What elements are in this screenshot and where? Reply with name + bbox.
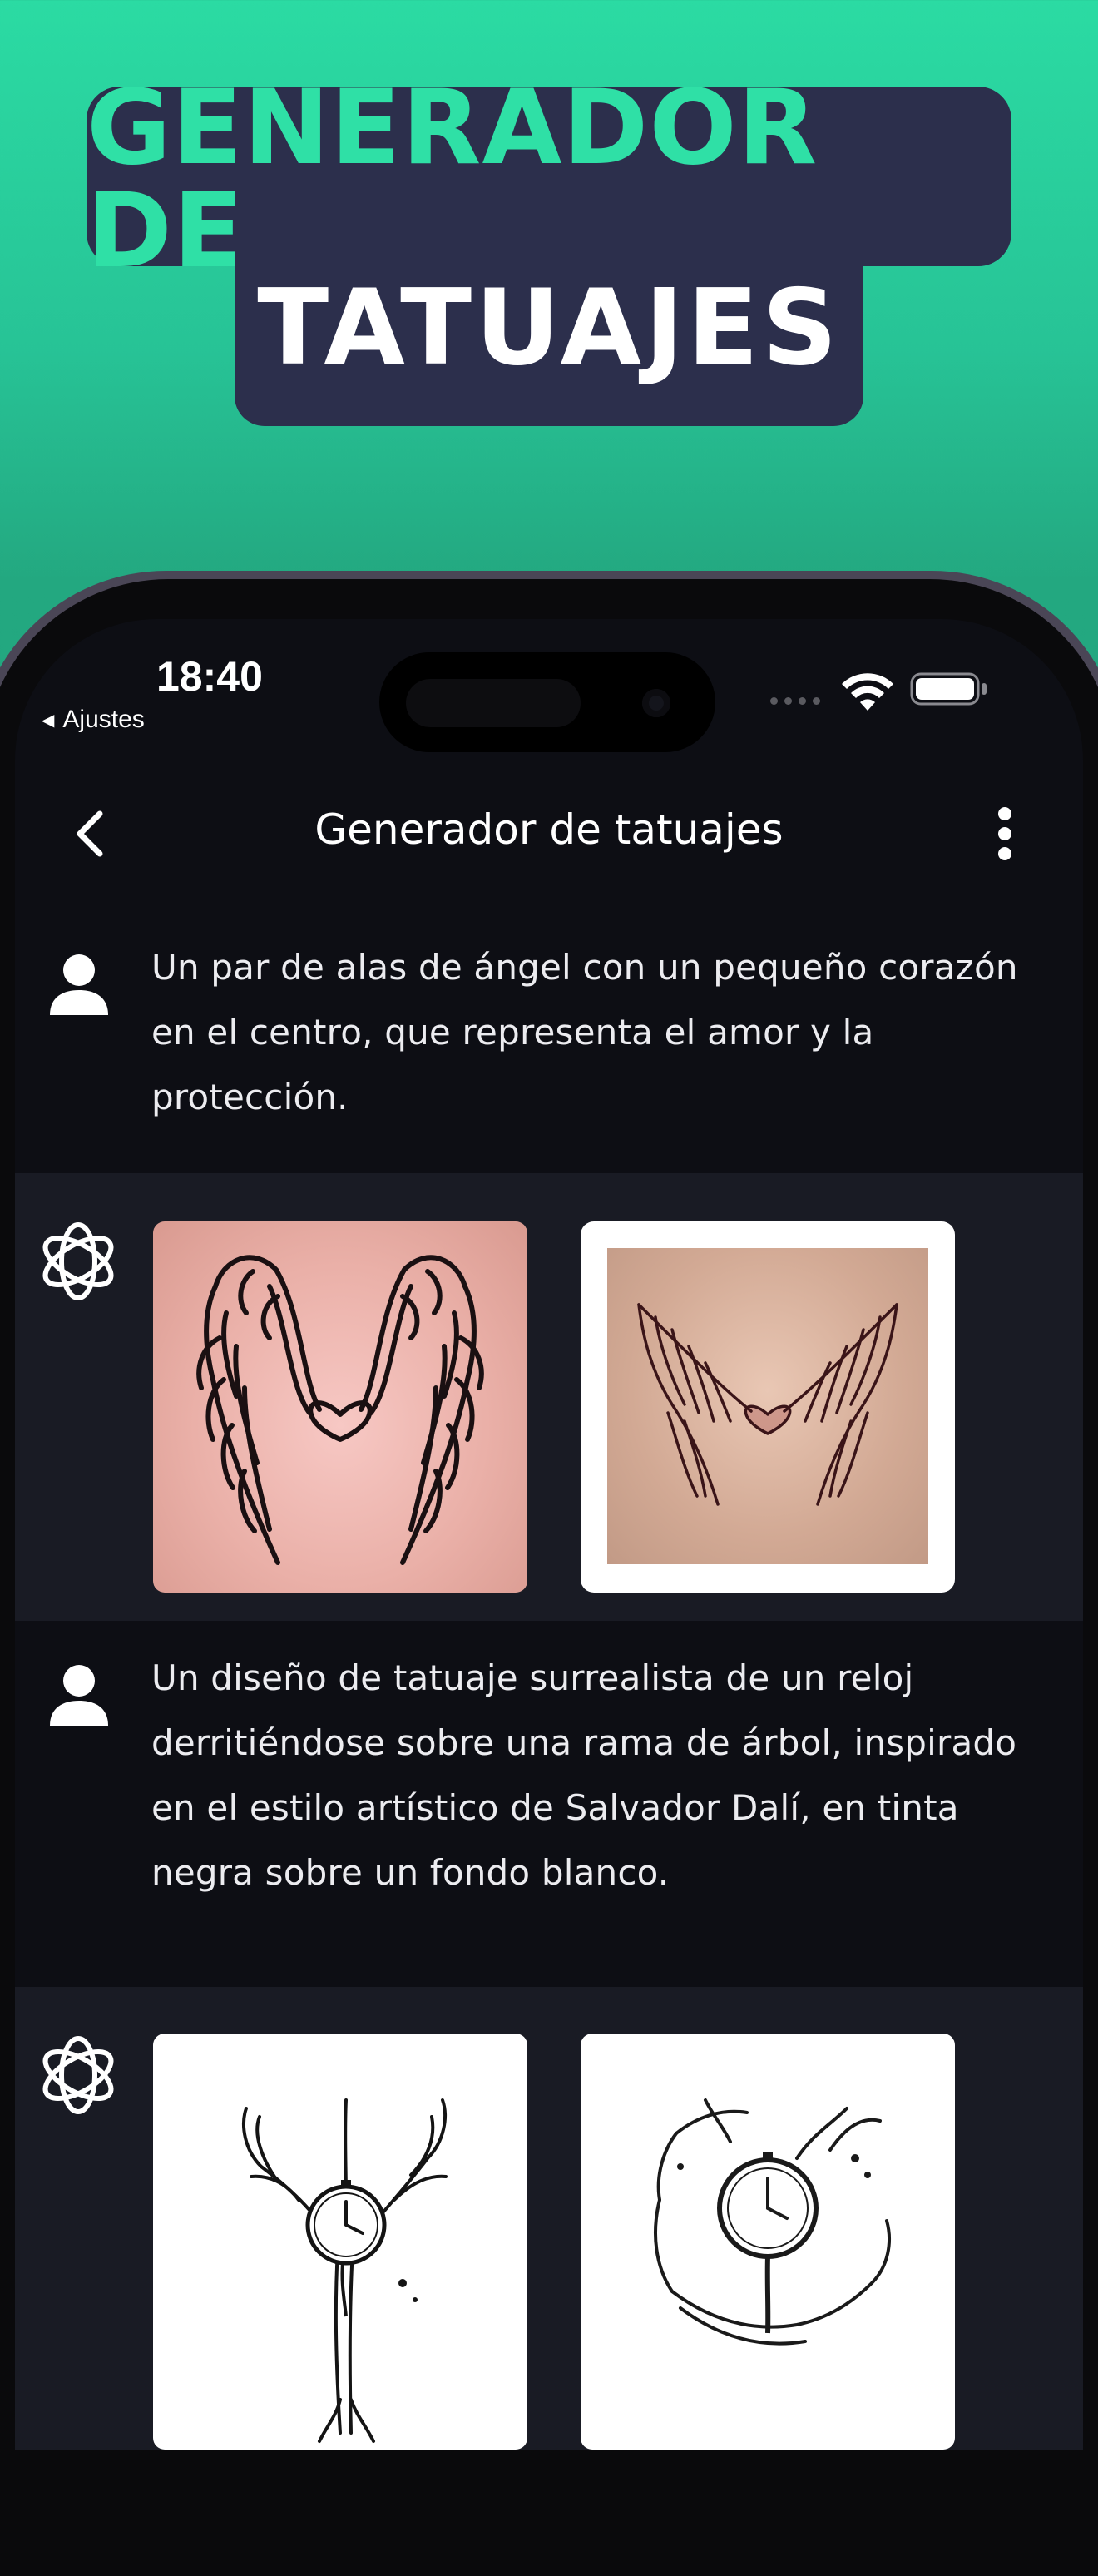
- melting-clock-tree-image: [242, 2098, 448, 2443]
- chat-message-user: Un diseño de tatuaje surrealista de un r…: [15, 1621, 1083, 1987]
- dynamic-island: [379, 652, 715, 752]
- headline-line2: TATUAJES: [257, 266, 841, 389]
- status-back-label: Ajustes: [62, 706, 145, 733]
- phone-screen: 18:40 ◀ Ajustes Generador de tatuajes Un…: [15, 619, 1083, 2450]
- island-sensor: [406, 679, 581, 727]
- status-time: 18:40: [156, 653, 263, 700]
- wifi-icon: [842, 673, 893, 711]
- page-title: Generador de tatuajes: [314, 805, 784, 854]
- user-icon: [50, 954, 108, 1015]
- battery-icon: [910, 672, 987, 706]
- back-triangle-icon: ◀: [42, 711, 55, 730]
- user-icon: [50, 1665, 108, 1726]
- chat-message-ai: [15, 1173, 1083, 1621]
- ai-knot-icon: [42, 1222, 114, 1300]
- generated-image-3[interactable]: [153, 2034, 527, 2450]
- melting-clock-branch-image: [654, 2098, 891, 2346]
- cellular-signal-icon: [770, 697, 820, 705]
- chat-message-ai: [15, 1987, 1083, 2450]
- chat-message-user: Un par de alas de ángel con un pequeño c…: [15, 919, 1083, 1173]
- generated-image-4[interactable]: [581, 2034, 955, 2450]
- status-back-to-app[interactable]: ◀ Ajustes: [42, 706, 145, 734]
- headline-banner: GENERADOR DE: [87, 77, 1011, 283]
- ai-knot-icon: [42, 2036, 114, 2114]
- angel-wings-heart-image: [196, 1255, 484, 1565]
- front-camera: [642, 689, 670, 717]
- headline-banner-bottom: TATUAJES: [235, 250, 863, 426]
- more-vertical-icon[interactable]: [988, 800, 1021, 867]
- user-prompt-text: Un par de alas de ángel con un pequeño c…: [151, 947, 1018, 1117]
- user-prompt-text: Un diseño de tatuaje surrealista de un r…: [151, 1657, 1017, 1893]
- generated-image-1[interactable]: [153, 1221, 527, 1593]
- framed-angel-wings-image: [637, 1303, 898, 1506]
- generated-image-2[interactable]: [581, 1221, 955, 1593]
